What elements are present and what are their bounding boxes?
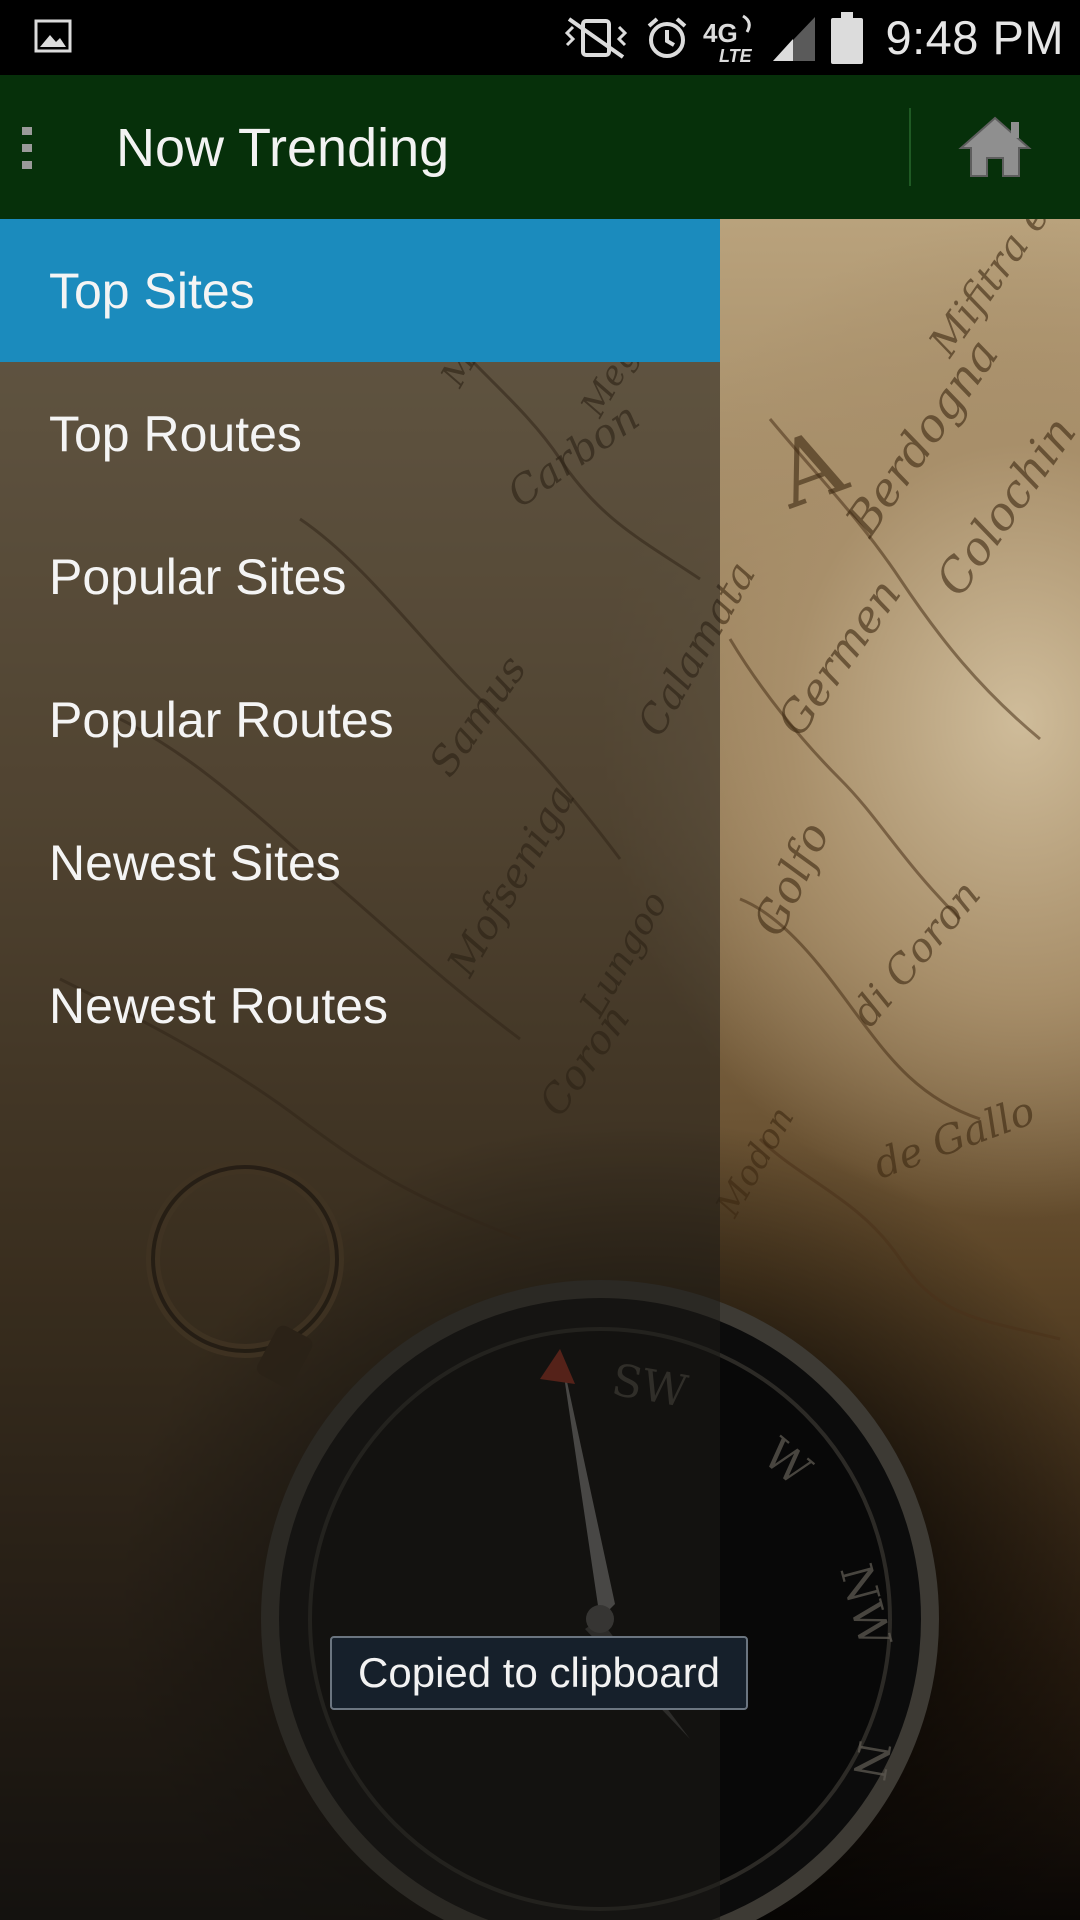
battery-icon [829, 10, 865, 66]
svg-text:de Gallo: de Gallo [868, 1088, 1041, 1189]
alarm-icon [643, 14, 691, 62]
drawer-item-label: Newest Routes [49, 977, 389, 1034]
toast-message: Copied to clipboard [358, 1649, 720, 1696]
drawer-item-label: Top Sites [49, 262, 255, 319]
svg-text:Golfo: Golfo [744, 815, 840, 944]
vibrate-mute-icon [561, 15, 631, 61]
gallery-icon [34, 17, 72, 55]
drawer-item-newest-sites[interactable]: Newest Sites [0, 791, 720, 934]
network-4g-lte-icon: 4G LTE [703, 12, 759, 64]
svg-text:Germen: Germen [767, 570, 911, 745]
drawer-item-top-routes[interactable]: Top Routes [0, 362, 720, 505]
status-time: 9:48 PM [885, 11, 1064, 64]
drawer-item-newest-routes[interactable]: Newest Routes [0, 934, 720, 1077]
drawer-toggle-icon[interactable] [22, 127, 34, 171]
action-bar: Now Trending [0, 75, 1080, 219]
svg-text:di Coron: di Coron [842, 872, 990, 1035]
drawer-item-label: Top Routes [49, 405, 302, 462]
drawer-item-popular-sites[interactable]: Popular Sites [0, 505, 720, 648]
drawer-item-label: Popular Routes [49, 691, 394, 748]
signal-icon [771, 13, 817, 63]
drawer-item-label: Popular Sites [49, 548, 347, 605]
svg-text:LTE: LTE [719, 46, 753, 64]
page-title: Now Trending [116, 118, 450, 178]
svg-text:4G: 4G [703, 18, 738, 48]
screen: SW W NW N A Berdogna Colochin Germen Gol… [0, 0, 1080, 1920]
home-icon [958, 116, 1032, 177]
drawer-item-top-sites[interactable]: Top Sites [0, 219, 720, 362]
status-bar: 4G LTE 9:48 PM [0, 0, 1080, 75]
toast-notification: Copied to clipboard [330, 1636, 748, 1710]
drawer-item-popular-routes[interactable]: Popular Routes [0, 648, 720, 791]
drawer-item-label: Newest Sites [49, 834, 341, 891]
svg-text:Mifitra et Lac: Mifitra et Lac [920, 219, 1080, 366]
home-button[interactable] [910, 75, 1080, 219]
